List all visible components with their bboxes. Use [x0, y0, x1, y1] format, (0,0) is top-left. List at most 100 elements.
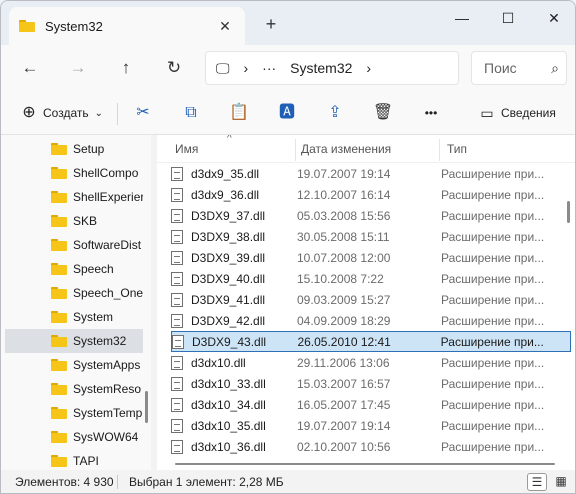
search-box[interactable]: Поис ⌕: [471, 51, 567, 85]
share-button[interactable]: ⇪: [321, 99, 349, 127]
file-list: ^ Имя Дата изменения Тип d3dx9_35.dll 19.…: [157, 135, 575, 470]
sidebar-item-systemresources[interactable]: SystemReso: [5, 377, 143, 401]
file-date: 05.03.2008 15:56: [297, 208, 391, 223]
address-bar-row: ← → ↑ ↻ 🖵 › ··· System32 › Поис ⌕: [1, 45, 575, 91]
column-type[interactable]: Тип: [447, 142, 467, 156]
up-button[interactable]: ↑: [111, 53, 141, 83]
file-row-selected[interactable]: D3DX9_43.dll 26.05.2010 12:41 Расширение п…: [171, 331, 571, 352]
column-date[interactable]: Дата изменения: [301, 142, 391, 156]
refresh-button[interactable]: ↻: [159, 53, 189, 83]
close-window-button[interactable]: ✕: [531, 5, 575, 33]
dll-file-icon: [171, 355, 183, 370]
file-date: 04.09.2009 18:29: [297, 313, 391, 328]
file-row[interactable]: d3dx9_36.dll 12.10.2007 16:14 Расширение п…: [171, 184, 571, 205]
more-icon: •••: [424, 106, 438, 120]
dll-file-icon: [171, 271, 183, 286]
breadcrumb-ellipsis[interactable]: ···: [262, 60, 276, 76]
rename-icon: 🅰: [278, 104, 295, 121]
chevron-right-icon[interactable]: ›: [366, 60, 371, 76]
dll-file-icon: [172, 334, 184, 349]
sidebar-item-shellexperiences[interactable]: ShellExperier: [5, 185, 143, 209]
monitor-icon[interactable]: 🖵: [216, 60, 230, 77]
delete-button[interactable]: 🗑: [369, 99, 397, 127]
sidebar-item-syswow64[interactable]: SysWOW64: [5, 425, 143, 449]
sidebar-item-tapi[interactable]: TAPI: [5, 449, 143, 470]
file-name: D3DX9_41.dll: [191, 292, 266, 307]
sidebar-scrollbar[interactable]: [145, 391, 148, 423]
chevron-right-icon[interactable]: ›: [244, 60, 249, 76]
file-type: Расширение при...: [440, 334, 544, 349]
file-row[interactable]: d3dx10_35.dll 19.07.2007 19:14 Расширение …: [171, 415, 571, 436]
file-row[interactable]: d3dx9_35.dll 19.07.2007 19:14 Расширение п…: [171, 163, 571, 184]
file-type: Расширение при...: [441, 313, 545, 328]
paste-button[interactable]: 📋: [225, 99, 253, 127]
tab-close-icon[interactable]: ✕: [215, 18, 235, 35]
back-button[interactable]: ←: [15, 53, 45, 83]
sidebar-item-softwaredistribution[interactable]: SoftwareDist: [5, 233, 143, 257]
file-row[interactable]: D3DX9_37.dll 05.03.2008 15:56 Расширение п…: [171, 205, 571, 226]
create-button[interactable]: ⊕ Создать ⌄: [15, 99, 103, 127]
file-row[interactable]: d3dx10_36.dll 02.10.2007 10:56 Расширение …: [171, 436, 571, 457]
file-type: Расширение при...: [441, 187, 545, 202]
details-pane-icon: ▭: [480, 105, 494, 121]
sidebar-item-systemapps[interactable]: SystemApps: [5, 353, 143, 377]
file-name: D3DX9_38.dll: [191, 229, 266, 244]
dll-file-icon: [171, 439, 183, 454]
file-row[interactable]: D3DX9_38.dll 30.05.2008 15:11 Расширение п…: [171, 226, 571, 247]
sidebar-item-skb[interactable]: SKB: [5, 209, 143, 233]
column-divider[interactable]: [295, 139, 296, 161]
vertical-scrollbar[interactable]: [567, 201, 570, 223]
forward-button[interactable]: →: [63, 53, 93, 83]
sort-ascending-icon: ^: [227, 135, 232, 144]
sidebar-item-label: SystemReso: [73, 382, 142, 396]
file-type: Расширение при...: [441, 250, 545, 265]
file-row[interactable]: D3DX9_41.dll 09.03.2009 15:27 Расширение п…: [171, 289, 571, 310]
breadcrumb-system32[interactable]: System32: [290, 60, 352, 76]
new-tab-button[interactable]: +: [259, 13, 283, 37]
file-type: Расширение при...: [441, 229, 545, 244]
copy-button[interactable]: ⧉: [177, 99, 205, 127]
sidebar-item-label: System: [73, 310, 114, 324]
maximize-button[interactable]: ☐: [485, 5, 531, 33]
share-icon: ⇪: [328, 104, 342, 121]
dll-file-icon: [171, 292, 183, 307]
file-row[interactable]: D3DX9_40.dll 15.10.2008 7:22 Расширение пр…: [171, 268, 571, 289]
sidebar-item-setup[interactable]: Setup: [5, 137, 143, 161]
file-row[interactable]: d3dx10.dll 29.11.2006 13:06 Расширение при…: [171, 352, 571, 373]
search-placeholder[interactable]: Поис: [484, 60, 544, 76]
file-date: 26.05.2010 12:41: [297, 334, 391, 349]
horizontal-scrollbar[interactable]: [175, 463, 555, 465]
dll-file-icon: [171, 187, 183, 202]
sidebar-item-speech[interactable]: Speech: [5, 257, 143, 281]
sidebar-item-label: ShellExperier: [73, 190, 143, 204]
folder-icon: [51, 359, 67, 371]
sidebar-item-shellcomponents[interactable]: ShellCompo: [5, 161, 143, 185]
file-row[interactable]: D3DX9_39.dll 10.07.2008 12:00 Расширение п…: [171, 247, 571, 268]
search-icon[interactable]: ⌕: [544, 60, 566, 77]
tab-title: System32: [45, 18, 103, 34]
address-box[interactable]: 🖵 › ··· System32 ›: [205, 51, 459, 85]
minimize-button[interactable]: —: [439, 5, 485, 33]
more-button[interactable]: •••: [417, 99, 445, 127]
details-view-button[interactable]: ☰: [527, 473, 547, 491]
sidebar-item-systemtemp[interactable]: SystemTemp: [5, 401, 143, 425]
item-count: Элементов: 4 930: [15, 475, 114, 489]
tiles-view-button[interactable]: ▦: [551, 473, 571, 491]
sidebar-item-system32[interactable]: System32: [5, 329, 143, 353]
column-name[interactable]: Имя: [175, 142, 198, 156]
details-button[interactable]: ▭ Сведения: [473, 99, 555, 127]
tab-system32[interactable]: System32 ✕: [9, 7, 245, 45]
sidebar-item-system[interactable]: System: [5, 305, 143, 329]
explorer-window: System32 ✕ + — ☐ ✕ ← → ↑ ↻ 🖵 › ··· Syste…: [0, 0, 576, 494]
column-divider[interactable]: [439, 139, 440, 161]
file-date: 15.10.2008 7:22: [297, 271, 384, 286]
rename-button[interactable]: 🅰: [273, 99, 301, 127]
file-row[interactable]: D3DX9_42.dll 04.09.2009 18:29 Расширение п…: [171, 310, 571, 331]
sidebar-item-speech-onecore[interactable]: Speech_One: [5, 281, 143, 305]
file-row[interactable]: d3dx10_33.dll 15.03.2007 16:57 Расширение …: [171, 373, 571, 394]
file-row[interactable]: d3dx10_34.dll 16.05.2007 17:45 Расширение …: [171, 394, 571, 415]
dll-file-icon: [171, 376, 183, 391]
folder-icon: [51, 191, 67, 203]
folder-icon: [51, 167, 67, 179]
cut-button[interactable]: ✂: [129, 99, 157, 127]
